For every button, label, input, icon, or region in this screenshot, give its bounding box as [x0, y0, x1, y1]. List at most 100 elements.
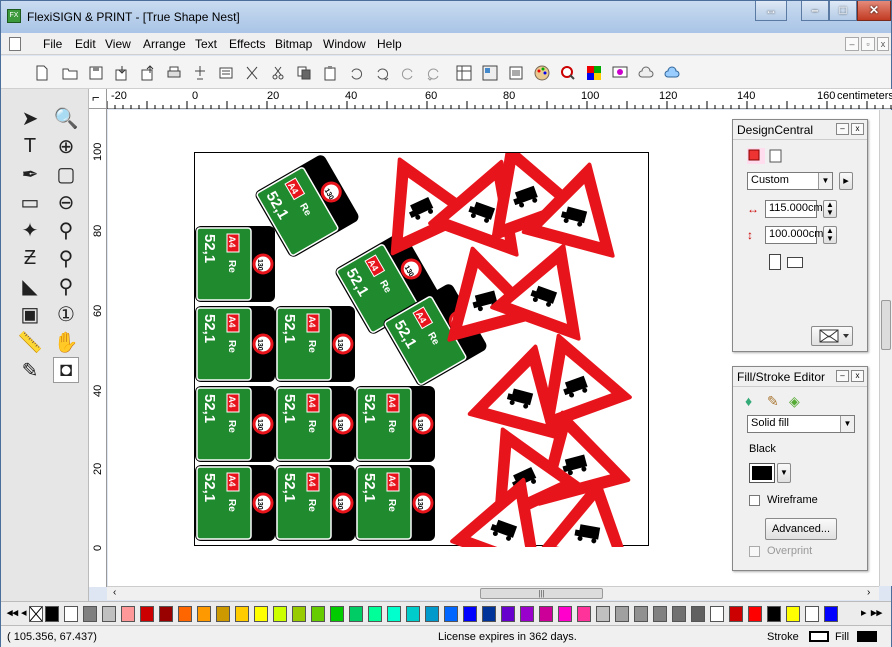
- palette-swatch[interactable]: [805, 606, 819, 622]
- palette-prev-arrow-icon[interactable]: ◂: [21, 606, 27, 619]
- restore-down-button[interactable]: ↔: [755, 1, 787, 21]
- zoom-actual-icon[interactable]: ①: [53, 301, 79, 327]
- wireframe-checkbox[interactable]: [749, 495, 760, 506]
- document-icon[interactable]: [9, 37, 21, 51]
- layer-tool-icon[interactable]: ▣: [17, 301, 43, 327]
- paste-icon[interactable]: [319, 62, 341, 84]
- send-to-cutter-icon[interactable]: [189, 62, 211, 84]
- palette-swatch[interactable]: [368, 606, 382, 622]
- palette-swatch[interactable]: [520, 606, 534, 622]
- color-palette-icon[interactable]: [531, 62, 553, 84]
- chevron-down-icon[interactable]: ▼: [840, 416, 854, 432]
- page-tab-icon[interactable]: [767, 148, 785, 164]
- palette-first-arrow-icon[interactable]: ◂◂: [7, 606, 18, 619]
- scissors-icon[interactable]: [267, 62, 289, 84]
- palette-swatch[interactable]: [444, 606, 458, 622]
- route-sign[interactable]: 52,1 A4 Re 130: [275, 306, 355, 382]
- route-sign[interactable]: 52,1 A4 Re 130: [275, 465, 355, 541]
- palette-swatch[interactable]: [482, 606, 496, 622]
- zoom-selection-icon[interactable]: ⚲: [53, 217, 79, 243]
- flexi-app-icon[interactable]: FX: [7, 9, 21, 23]
- panel-close-button[interactable]: x: [851, 123, 864, 135]
- menu-edit[interactable]: Edit: [75, 37, 96, 51]
- palette-swatch[interactable]: [767, 606, 781, 622]
- palette-swatch[interactable]: [691, 606, 705, 622]
- zoom-pan-icon[interactable]: 🔍: [53, 105, 79, 131]
- palette-swatch[interactable]: [330, 606, 344, 622]
- text-tool-icon[interactable]: T: [17, 133, 43, 159]
- palette-swatch[interactable]: [273, 606, 287, 622]
- redo-list-icon[interactable]: [423, 62, 445, 84]
- effects-tab-icon[interactable]: ◈: [789, 393, 800, 410]
- palette-swatch[interactable]: [539, 606, 553, 622]
- palette-swatch[interactable]: [672, 606, 686, 622]
- menu-effects[interactable]: Effects: [229, 37, 265, 51]
- vertical-scrollbar[interactable]: [879, 110, 892, 586]
- envelope-options-button[interactable]: [811, 326, 853, 346]
- palette-swatch[interactable]: [596, 606, 610, 622]
- hand-pan-icon[interactable]: ✋: [53, 329, 79, 355]
- maximize-button[interactable]: □: [829, 1, 857, 21]
- menu-window[interactable]: Window: [323, 37, 366, 51]
- palette-swatch[interactable]: [710, 606, 724, 622]
- landscape-icon[interactable]: [787, 257, 803, 268]
- fill-bucket-icon[interactable]: ♦: [745, 393, 752, 409]
- route-sign[interactable]: 52,1 A4 Re 130: [195, 226, 275, 302]
- palette-swatch[interactable]: [121, 606, 135, 622]
- effects-tool-icon[interactable]: ✦: [17, 217, 43, 243]
- horizontal-scroll-thumb[interactable]: |||: [480, 588, 603, 599]
- vertical-ruler[interactable]: 100 80 60 40 20 0: [89, 109, 107, 587]
- height-field[interactable]: 100.000cm: [765, 226, 823, 244]
- undo-list-icon[interactable]: [371, 62, 393, 84]
- rip-icon[interactable]: [609, 62, 631, 84]
- route-sign[interactable]: 52,1 A4 Re 130: [355, 465, 435, 541]
- palette-swatch[interactable]: [83, 606, 97, 622]
- palette-swatch[interactable]: [748, 606, 762, 622]
- import-icon[interactable]: [111, 62, 133, 84]
- fill-color-indicator[interactable]: [857, 631, 877, 642]
- route-sign[interactable]: 52,1 A4 Re 130: [195, 465, 275, 541]
- copy-icon[interactable]: [293, 62, 315, 84]
- palette-swatch[interactable]: [463, 606, 477, 622]
- color-swatch-button[interactable]: [749, 463, 775, 483]
- palette-swatch[interactable]: [387, 606, 401, 622]
- fill-tool-icon[interactable]: ◣: [17, 273, 43, 299]
- palette-swatch[interactable]: [786, 606, 800, 622]
- palette-swatch[interactable]: [311, 606, 325, 622]
- palette-swatch[interactable]: [254, 606, 268, 622]
- route-sign[interactable]: 52,1 A4 Re 130: [355, 386, 435, 462]
- page-preset-select[interactable]: Custom ▼: [747, 172, 833, 190]
- save-icon[interactable]: [85, 62, 107, 84]
- zoom-all-icon[interactable]: ⚲: [53, 273, 79, 299]
- menu-arrange[interactable]: Arrange: [143, 37, 186, 51]
- minimize-button[interactable]: –: [801, 1, 829, 21]
- cloud-upload-icon[interactable]: [661, 62, 683, 84]
- width-field[interactable]: 115.000cm: [765, 200, 823, 218]
- mdi-restore-button[interactable]: ▫: [861, 37, 875, 51]
- scroll-right-arrow-icon[interactable]: ›: [867, 587, 870, 598]
- palette-swatch[interactable]: [653, 606, 667, 622]
- palette-swatch[interactable]: [292, 606, 306, 622]
- palette-last-arrow-icon[interactable]: ▸▸: [871, 606, 882, 619]
- portrait-icon[interactable]: [769, 254, 781, 270]
- nested-signs[interactable]: 52,1 A4 Re 130 52,1 A4 Re 130 52,1 A4 Re 130 52,1 A4 R…: [195, 143, 650, 575]
- palette-swatch[interactable]: [577, 606, 591, 622]
- close-button[interactable]: ✕: [857, 1, 891, 21]
- redo-icon[interactable]: [397, 62, 419, 84]
- select-arrow-icon[interactable]: ➤: [17, 105, 43, 131]
- palette-swatch[interactable]: [235, 606, 249, 622]
- palette-swatch[interactable]: [824, 606, 838, 622]
- production-manager-icon[interactable]: [215, 62, 237, 84]
- palette-swatch[interactable]: [45, 606, 59, 622]
- menu-file[interactable]: File: [43, 37, 62, 51]
- palette-swatch[interactable]: [140, 606, 154, 622]
- open-icon[interactable]: [59, 62, 81, 84]
- mdi-close-button[interactable]: x: [877, 37, 889, 51]
- menu-help[interactable]: Help: [377, 37, 402, 51]
- undo-icon[interactable]: [345, 62, 367, 84]
- new-icon[interactable]: [31, 62, 53, 84]
- zoom-disabled-icon[interactable]: ⚲: [53, 245, 79, 271]
- palette-swatch[interactable]: [558, 606, 572, 622]
- advanced-button[interactable]: Advanced...: [765, 518, 837, 540]
- zoom-page-icon[interactable]: ▢: [53, 161, 79, 187]
